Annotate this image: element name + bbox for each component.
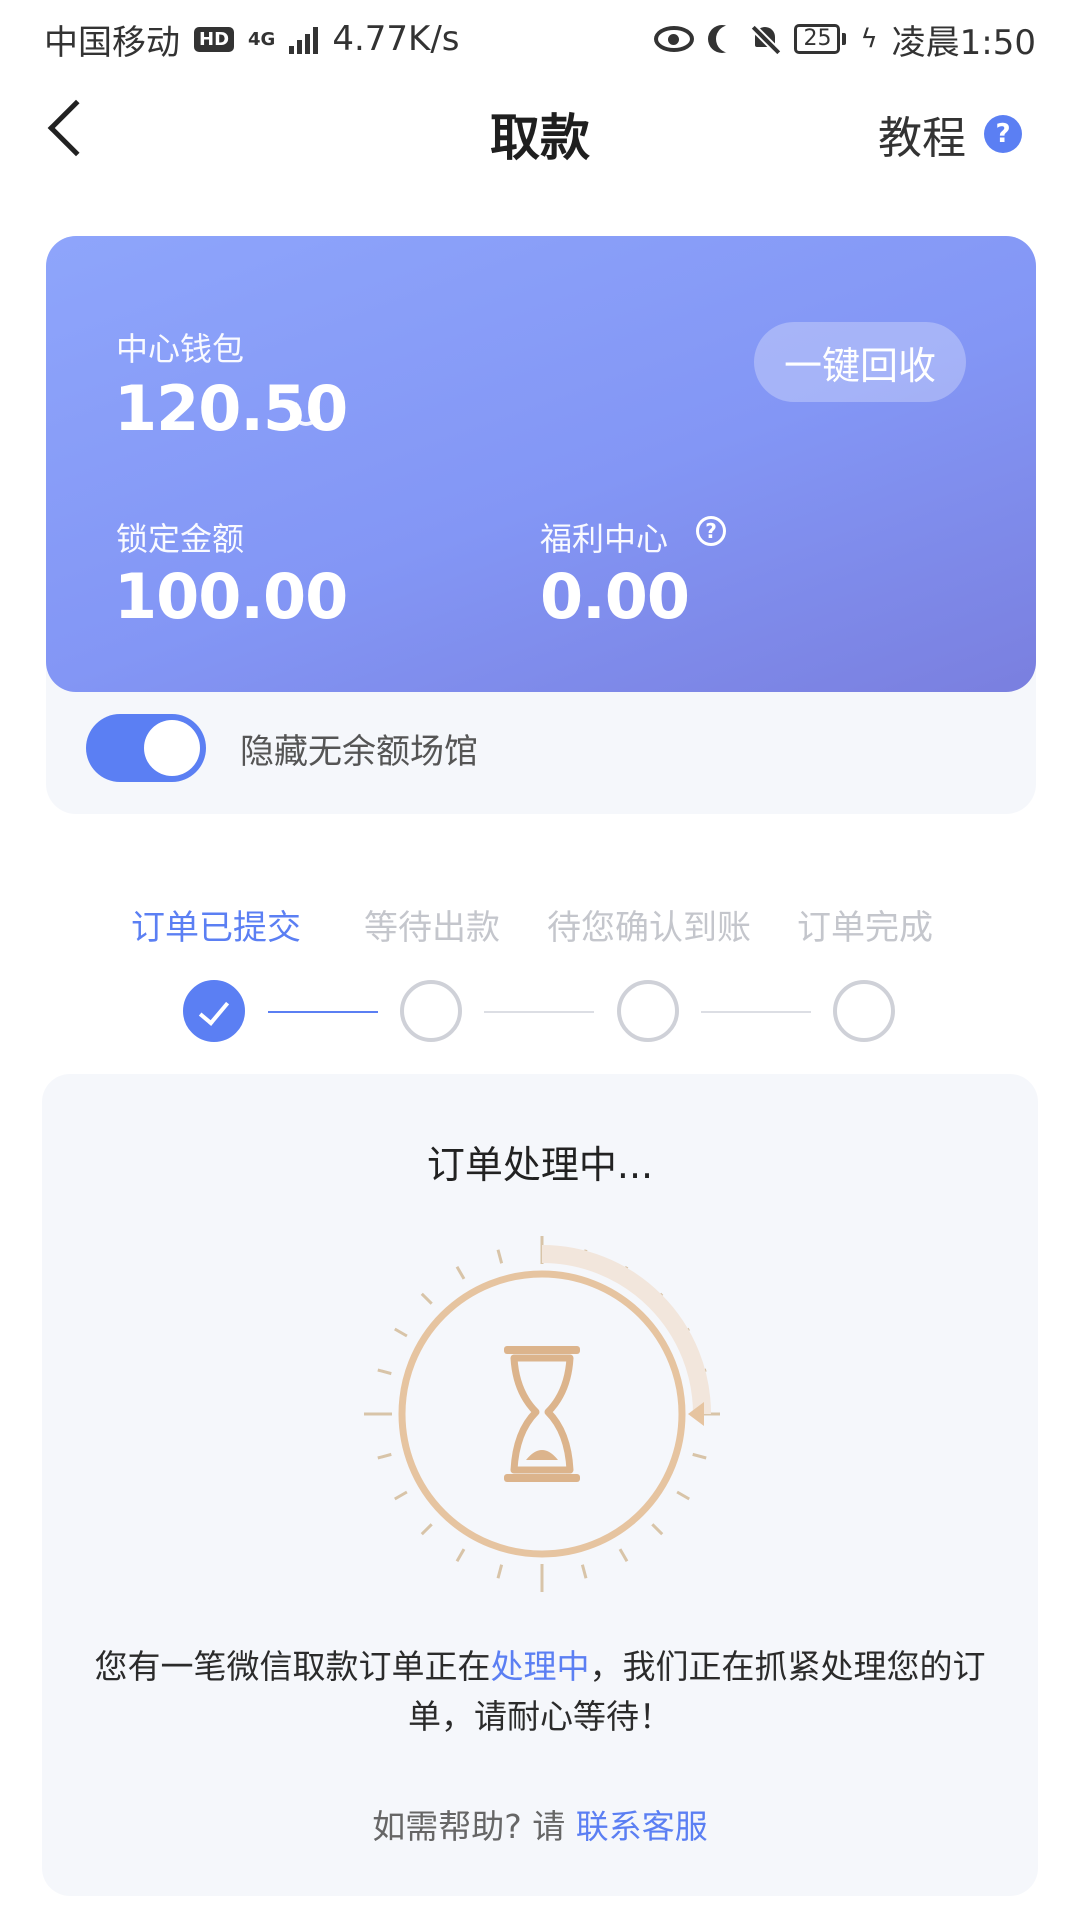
- hide-empty-venues-label: 隐藏无余额场馆: [240, 731, 478, 772]
- contact-support-link[interactable]: 联系客服: [576, 1807, 708, 1846]
- dial-tick: [692, 1452, 707, 1460]
- help-icon: ?: [984, 115, 1022, 153]
- moon-icon: [716, 25, 744, 53]
- dial-tick: [420, 1292, 433, 1305]
- step-4-circle: [833, 980, 895, 1042]
- status-bar: 中国移动 HD 4G 4.77K/s 25 ϟ 凌晨1:50: [0, 0, 1080, 78]
- header: 取款 教程 ?: [0, 90, 1080, 176]
- dial-tick: [496, 1564, 504, 1579]
- dial-tick: [420, 1523, 433, 1536]
- step-3-circle: [617, 980, 679, 1042]
- dial-tick: [455, 1266, 466, 1280]
- welfare-center-label: 福利中心: [540, 520, 669, 558]
- carrier-name: 中国移动: [44, 22, 180, 63]
- dial-tick: [377, 1452, 392, 1460]
- clock: 凌晨1:50: [891, 22, 1036, 63]
- battery-icon: 25: [794, 24, 847, 54]
- hourglass-icon: [504, 1346, 580, 1482]
- eye-icon: [654, 26, 695, 52]
- dial-tick: [651, 1523, 664, 1536]
- one-click-recycle-button[interactable]: 一键回收: [754, 322, 966, 402]
- center-wallet-label: 中心钱包: [116, 330, 245, 368]
- message-text: 您有一笔微信取款订单正在: [94, 1647, 491, 1686]
- dial-tick: [618, 1548, 629, 1562]
- step-connector: [268, 1011, 378, 1013]
- dial-tick: [580, 1564, 588, 1579]
- toggle-knob: [144, 720, 200, 776]
- charging-icon: ϟ: [860, 24, 878, 54]
- help-prefix: 如需帮助? 请: [372, 1807, 576, 1846]
- help-line: 如需帮助? 请 联系客服: [42, 1800, 1038, 1848]
- step-label-awaiting-payout: 等待出款: [364, 908, 500, 948]
- step-label-completed: 订单完成: [797, 908, 933, 948]
- locked-amount-value: 100.00: [114, 560, 348, 633]
- battery-level: 25: [794, 24, 841, 54]
- processing-message: 您有一笔微信取款订单正在处理中，我们正在抓紧处理您的订单，请耐心等待！: [82, 1642, 998, 1742]
- wallet-card: 中心钱包 120.50 一键回收 锁定金额 100.00 福利中心 ? 0.00: [46, 236, 1036, 692]
- timer-ring: [398, 1270, 686, 1558]
- dial-ticks: [364, 1236, 720, 1592]
- timer-dial-graphic: [364, 1236, 720, 1592]
- hide-empty-venues-row: 隐藏无余额场馆: [86, 714, 478, 782]
- processing-title: 订单处理中...: [426, 1143, 654, 1187]
- wallet-panel: 中心钱包 120.50 一键回收 锁定金额 100.00 福利中心 ? 0.00…: [46, 236, 1036, 814]
- hd-badge: HD: [194, 26, 235, 52]
- welfare-help-icon[interactable]: ?: [696, 516, 726, 546]
- order-processing-panel: 订单处理中... 您有一笔微信取款订单正在处理中，我们正在抓紧处理您的订单，请耐…: [42, 1074, 1038, 1896]
- signal-icon: [289, 24, 319, 54]
- message-highlight: 处理中: [490, 1647, 590, 1686]
- dial-tick: [455, 1548, 466, 1562]
- dial-tick: [676, 1490, 690, 1501]
- locked-amount-label: 锁定金额: [116, 520, 245, 558]
- order-progress-steps: 订单已提交 等待出款 待您确认到账 订单完成: [0, 900, 1080, 1042]
- tutorial-label: 教程: [878, 113, 966, 164]
- network-speed: 4.77K/s: [332, 19, 460, 59]
- step-connector: [701, 1011, 811, 1013]
- step-1-done-circle: [183, 980, 245, 1042]
- step-label-submitted: 订单已提交: [131, 908, 301, 948]
- refresh-icon[interactable]: [292, 398, 320, 426]
- dial-tick: [394, 1327, 408, 1338]
- step-connector: [484, 1011, 594, 1013]
- step-label-confirm-receipt: 待您确认到账: [547, 908, 751, 948]
- hide-empty-venues-toggle[interactable]: [86, 714, 206, 782]
- tutorial-link[interactable]: 教程 ?: [878, 102, 1022, 166]
- check-icon: [198, 994, 230, 1026]
- welfare-center-amount: 0.00: [540, 560, 690, 633]
- dial-tick: [496, 1249, 504, 1264]
- dial-tick: [377, 1368, 392, 1376]
- dial-tick: [394, 1490, 408, 1501]
- step-2-circle: [400, 980, 462, 1042]
- network-type: 4G: [248, 28, 276, 50]
- bell-off-icon: [750, 24, 780, 54]
